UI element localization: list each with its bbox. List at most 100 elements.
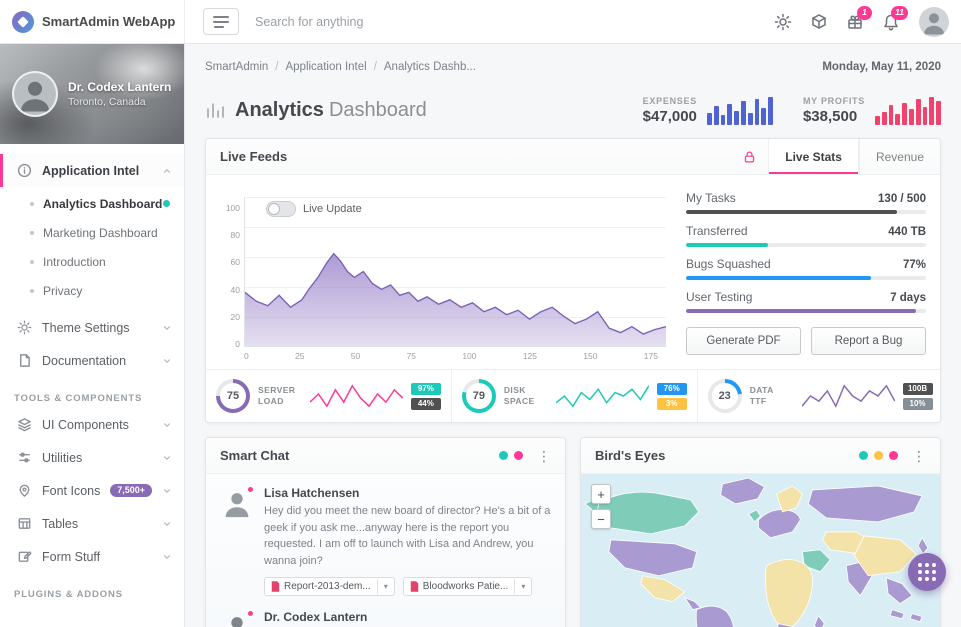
brand-title: SmartAdmin WebApp [42,14,175,29]
status-dot-teal[interactable] [499,451,508,460]
cube-icon [810,13,828,31]
status-dot-pink[interactable] [514,451,523,460]
sidebar-item-form-stuff[interactable]: Form Stuff [0,540,184,573]
online-status-dot [246,609,255,618]
quick-settings-fab[interactable] [908,553,946,591]
map-pin-icon [17,483,32,498]
bullet-icon [30,231,34,235]
nav-label: Marketing Dashboard [43,226,158,240]
stat-value: 7 days [890,292,926,304]
generate-pdf-button[interactable]: Generate PDF [686,327,801,355]
gear-icon [17,320,32,335]
live-feeds-header: Live Feeds Live Stats Revenue [206,139,940,175]
nav-label: Analytics Dashboard [43,197,162,211]
kebab-menu-icon[interactable]: ⋮ [912,449,926,463]
file-icon [265,578,284,595]
sidebar-item-ui-components[interactable]: UI Components [0,408,184,441]
gifts-button[interactable]: 1 [837,4,873,40]
status-dot-pink[interactable] [889,451,898,460]
brand[interactable]: SmartAdmin WebApp [0,0,185,43]
chevron-down-icon [162,519,172,529]
live-chart-area: Live Update 100806040200 [220,187,666,361]
stat-label: Transferred [686,224,748,238]
report-bug-button[interactable]: Report a Bug [811,327,926,355]
stat-label: My Tasks [686,191,736,205]
profits-sparkbars [875,97,941,125]
caret-down-icon[interactable]: ▾ [514,579,531,594]
nav-label: Application Intel [42,164,152,178]
attachment-chip[interactable]: Bloodworks Patie... ▾ [403,577,533,596]
sidebar-item-tables[interactable]: Tables [0,507,184,540]
breadcrumb-item-current: Analytics Dashb... [367,61,476,73]
section-label-tools: Tools & Components [0,393,184,404]
tile-badge: 3% [657,398,687,410]
gauge-ring: 23 [708,379,742,413]
live-update-toggle[interactable]: Live Update [266,201,362,217]
settings-button[interactable] [765,4,801,40]
status-dot-teal[interactable] [859,451,868,460]
user-avatar-button[interactable] [919,7,949,37]
tile-label: DiskSpace [504,385,548,408]
count-badge: 7,500+ [110,484,152,497]
smart-chat-header: Smart Chat ⋮ [206,438,565,474]
kpi-label: Expenses [643,96,697,106]
stat-user-testing: User Testing 7 days [686,290,926,313]
sidebar-item-utilities[interactable]: Utilities [0,441,184,474]
chevron-up-icon [162,166,172,176]
breadcrumb-item[interactable]: SmartAdmin [205,61,268,73]
top-navbar: SmartAdmin WebApp 1 11 [0,0,961,44]
breadcrumb-item[interactable]: Application Intel [268,61,366,73]
notification-count-badge: 11 [891,6,908,20]
chevron-down-icon [162,420,172,430]
progress-bar [686,210,926,214]
attachment-chip[interactable]: Report-2013-dem... ▾ [264,577,395,596]
stat-label: User Testing [686,290,752,304]
sparkline [802,383,895,409]
live-feeds-tabs: Live Stats Revenue [743,139,940,174]
tile-label: ServerLoad [258,385,302,408]
attachment-name: Report-2013-dem... [284,578,377,595]
notifications-button[interactable]: 11 [873,4,909,40]
apps-button[interactable] [801,4,837,40]
toggle-switch[interactable] [266,201,296,217]
sidebar-item-introduction[interactable]: Introduction [0,247,184,276]
x-axis-labels: 0255075100125150175 [244,351,666,361]
birds-eyes-panel: Bird's Eyes ⋮ + − [580,437,941,627]
sidebar-item-privacy[interactable]: Privacy [0,276,184,305]
message-text: Hey did you meet the new board of direct… [264,503,551,569]
birds-eyes-header: Bird's Eyes ⋮ [581,438,940,474]
status-dot-yellow[interactable] [874,451,883,460]
tile-disk-space: 79 DiskSpace 76%3% [452,370,698,422]
gauge-value: 23 [712,383,738,409]
tab-live-stats[interactable]: Live Stats [768,139,859,174]
world-map[interactable]: + − [581,474,940,627]
sidebar-item-analytics-dashboard[interactable]: Analytics Dashboard [0,189,184,218]
sidebar-item-theme-settings[interactable]: Theme Settings [0,311,184,344]
gauge-ring: 79 [462,379,496,413]
header-kpis: Expenses $47,000 My Profits $38,500 [643,96,941,125]
gift-count-badge: 1 [857,6,872,20]
layers-icon [17,417,32,432]
menu-toggle-button[interactable] [203,8,239,35]
zoom-out-button[interactable]: − [591,509,611,529]
stat-my-tasks: My Tasks130 / 500 [686,191,926,214]
sidebar-profile[interactable]: Dr. Codex Lantern Toronto, Canada [0,44,184,144]
tile-data-ttf: 23 DataTTF 100B10% [698,370,941,422]
attachment-name: Bloodworks Patie... [423,578,515,595]
profile-name: Dr. Codex Lantern [68,80,171,96]
sparkline [310,383,403,409]
tab-revenue[interactable]: Revenue [859,139,940,174]
progress-bar [686,309,926,313]
sidebar-item-application-intel[interactable]: Application Intel [0,154,184,187]
caret-down-icon[interactable]: ▾ [377,579,394,594]
kebab-menu-icon[interactable]: ⋮ [537,449,551,463]
nav-label: UI Components [42,418,152,432]
zoom-in-button[interactable]: + [591,484,611,504]
tile-badge: 10% [903,398,933,410]
sidebar-item-font-icons[interactable]: Font Icons 7,500+ [0,474,184,507]
sidebar-item-marketing-dashboard[interactable]: Marketing Dashboard [0,218,184,247]
kpi-label: My Profits [803,96,865,106]
sidebar-item-documentation[interactable]: Documentation [0,344,184,377]
search-input[interactable] [255,15,535,29]
online-status-dot [246,485,255,494]
